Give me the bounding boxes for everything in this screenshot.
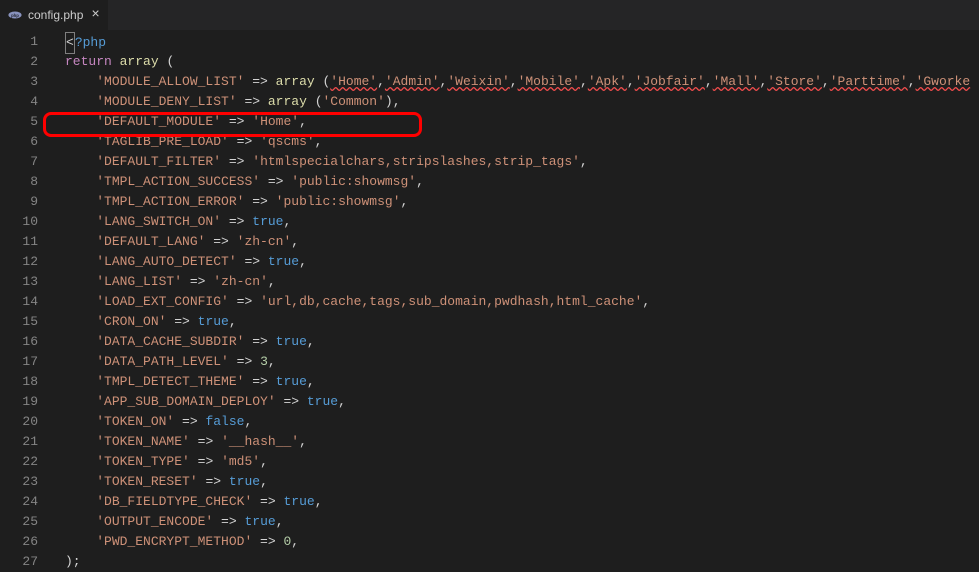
code-line[interactable]: 'DATA_CACHE_SUBDIR' => true, <box>65 332 979 352</box>
line-number: 4 <box>0 92 38 112</box>
code-line[interactable]: 'APP_SUB_DOMAIN_DEPLOY' => true, <box>65 392 979 412</box>
line-number: 9 <box>0 192 38 212</box>
php-icon: php <box>8 8 22 22</box>
code-line[interactable]: ); <box>65 552 979 572</box>
line-number: 24 <box>0 492 38 512</box>
line-number: 26 <box>0 532 38 552</box>
code-line[interactable]: 'TMPL_ACTION_SUCCESS' => 'public:showmsg… <box>65 172 979 192</box>
close-icon[interactable]: × <box>91 8 99 22</box>
code-line[interactable]: 'PWD_ENCRYPT_METHOD' => 0, <box>65 532 979 552</box>
line-number: 3 <box>0 72 38 92</box>
code-line[interactable]: 'DEFAULT_LANG' => 'zh-cn', <box>65 232 979 252</box>
code-line[interactable]: 'TMPL_ACTION_ERROR' => 'public:showmsg', <box>65 192 979 212</box>
line-number: 7 <box>0 152 38 172</box>
code-line[interactable]: return array ( <box>65 52 979 72</box>
editor[interactable]: 1234567891011121314151617181920212223242… <box>0 30 979 564</box>
code-line[interactable]: 'LANG_LIST' => 'zh-cn', <box>65 272 979 292</box>
svg-text:php: php <box>11 14 19 19</box>
code-line[interactable]: 'TOKEN_NAME' => '__hash__', <box>65 432 979 452</box>
code-line[interactable]: 'DB_FIELDTYPE_CHECK' => true, <box>65 492 979 512</box>
line-number: 12 <box>0 252 38 272</box>
line-number: 25 <box>0 512 38 532</box>
code-line[interactable]: 'TOKEN_ON' => false, <box>65 412 979 432</box>
line-number: 5 <box>0 112 38 132</box>
line-number: 6 <box>0 132 38 152</box>
line-number: 21 <box>0 432 38 452</box>
line-number: 27 <box>0 552 38 572</box>
line-number: 1 <box>0 32 38 52</box>
line-number: 13 <box>0 272 38 292</box>
code-line[interactable]: 'TAGLIB_PRE_LOAD' => 'qscms', <box>65 132 979 152</box>
code-line[interactable]: 'DEFAULT_FILTER' => 'htmlspecialchars,st… <box>65 152 979 172</box>
code-line[interactable]: 'DEFAULT_MODULE' => 'Home', <box>65 112 979 132</box>
code-line[interactable]: <?php <box>65 32 979 52</box>
line-number: 2 <box>0 52 38 72</box>
code-line[interactable]: 'LANG_SWITCH_ON' => true, <box>65 212 979 232</box>
line-number: 20 <box>0 412 38 432</box>
code-line[interactable]: 'DATA_PATH_LEVEL' => 3, <box>65 352 979 372</box>
line-number: 23 <box>0 472 38 492</box>
code-line[interactable]: 'MODULE_DENY_LIST' => array ('Common'), <box>65 92 979 112</box>
line-number: 18 <box>0 372 38 392</box>
code-line[interactable]: 'LANG_AUTO_DETECT' => true, <box>65 252 979 272</box>
line-number: 14 <box>0 292 38 312</box>
code-line[interactable]: 'TMPL_DETECT_THEME' => true, <box>65 372 979 392</box>
code-line[interactable]: 'TOKEN_TYPE' => 'md5', <box>65 452 979 472</box>
code-area[interactable]: <?phpreturn array ( 'MODULE_ALLOW_LIST' … <box>50 30 979 564</box>
code-line[interactable]: 'MODULE_ALLOW_LIST' => array ('Home','Ad… <box>65 72 979 92</box>
line-number: 15 <box>0 312 38 332</box>
line-number: 16 <box>0 332 38 352</box>
code-line[interactable]: 'TOKEN_RESET' => true, <box>65 472 979 492</box>
line-number: 17 <box>0 352 38 372</box>
line-number: 22 <box>0 452 38 472</box>
tab-bar: php config.php × <box>0 0 979 30</box>
line-number: 10 <box>0 212 38 232</box>
code-line[interactable]: 'CRON_ON' => true, <box>65 312 979 332</box>
tab-config-php[interactable]: php config.php × <box>0 0 109 30</box>
line-number: 11 <box>0 232 38 252</box>
code-line[interactable]: 'OUTPUT_ENCODE' => true, <box>65 512 979 532</box>
line-number: 19 <box>0 392 38 412</box>
line-number: 8 <box>0 172 38 192</box>
code-line[interactable]: 'LOAD_EXT_CONFIG' => 'url,db,cache,tags,… <box>65 292 979 312</box>
tab-label: config.php <box>28 8 83 22</box>
line-number-gutter: 1234567891011121314151617181920212223242… <box>0 30 50 564</box>
